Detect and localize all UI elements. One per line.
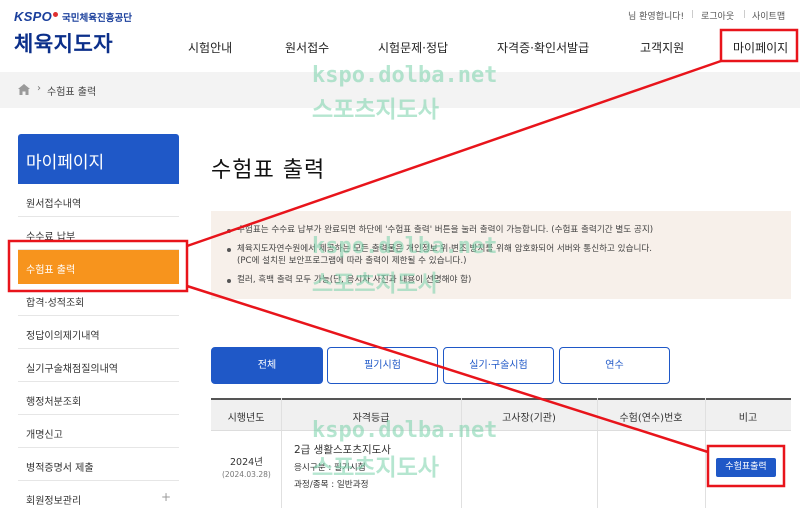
sidebar-item-label: 병적증명서 제출 (26, 463, 94, 474)
welcome-text: 님 환영합니다! (628, 12, 685, 22)
column-divider (705, 398, 706, 508)
nav-exam-info[interactable]: 시험안내 (188, 39, 232, 56)
site-header: KSPO 국민체육진흥공단 체육지도자 님 환영합니다! 로그아웃 사이트맵 시… (0, 0, 800, 72)
sidebar-item-label: 원서접수내역 (26, 199, 82, 210)
sidebar-item-answer-objection[interactable]: 정답이의제기내역 (18, 317, 179, 349)
plus-icon: + (160, 490, 171, 504)
sidebar-item-name-change[interactable]: 개명신고 (18, 416, 179, 448)
kspo-logo[interactable]: KSPO 국민체육진흥공단 (14, 9, 132, 24)
column-header-remarks: 비고 (738, 413, 758, 424)
sidebar-item-military-record[interactable]: 병적증명서 제출 (18, 449, 179, 481)
util-divider (744, 10, 745, 18)
column-header-year: 시행년도 (227, 413, 265, 424)
column-header-exam-number: 수험(연수)번호 (619, 413, 683, 424)
sidebar-item-results[interactable]: 합격·성적조회 (18, 284, 179, 316)
watermark-domain: kspo.dolba.net (312, 63, 498, 88)
nav-mypage[interactable]: 마이페이지 (733, 39, 788, 56)
table-header: 시행년도 자격등급 고사장(기관) 수험(연수)번호 비고 (211, 398, 791, 430)
tab-practical-exam[interactable]: 실기·구술시험 (443, 347, 554, 384)
logo-org-text: 국민체육진흥공단 (62, 12, 132, 24)
nav-support[interactable]: 고객지원 (640, 39, 684, 56)
watermark-text: 스포츠지도사 (312, 97, 439, 123)
tab-training[interactable]: 연수 (559, 347, 670, 384)
row-divider (211, 430, 791, 431)
sidebar-item-label: 정답이의제기내역 (26, 331, 100, 342)
breadcrumb-separator-icon: › (37, 83, 41, 94)
cell-date: (2024.03.28) (222, 470, 271, 479)
bullet-icon (227, 248, 231, 252)
bullet-icon (227, 279, 231, 283)
page: KSPO 국민체육진흥공단 체육지도자 님 환영합니다! 로그아웃 사이트맵 시… (0, 0, 800, 508)
sidebar-item-grading-inquiry[interactable]: 실기구술채점질의내역 (18, 350, 179, 382)
nav-exam-answers[interactable]: 시험문제·정답 (378, 39, 448, 56)
notice-box: 수험표는 수수료 납부가 완료되면 하단에 '수험표 출력' 버튼을 눌러 출력… (211, 211, 791, 299)
print-ticket-button[interactable]: 수험표출력 (716, 458, 776, 477)
logo-mark-icon (53, 12, 59, 17)
sidebar-item-fee-payment[interactable]: 수수료 납부 (18, 218, 179, 250)
tab-written-exam[interactable]: 필기시험 (327, 347, 438, 384)
sidebar-item-label: 개명신고 (26, 430, 63, 441)
nav-certificate[interactable]: 자격증·확인서발급 (497, 39, 589, 56)
column-divider (597, 398, 598, 508)
sidebar-item-label: 수수료 납부 (26, 232, 76, 243)
logout-link[interactable]: 로그아웃 (701, 9, 734, 22)
nav-application[interactable]: 원서접수 (285, 39, 329, 56)
sidebar-item-label: 합격·성적조회 (26, 298, 85, 309)
brand-title[interactable]: 체육지도자 (14, 28, 113, 58)
breadcrumb-current: 수험표 출력 (47, 87, 97, 98)
sidebar-item-label: 수험표 출력 (26, 265, 76, 276)
watermark-domain: kspo.dolba.net (312, 418, 498, 443)
home-icon[interactable] (18, 84, 30, 95)
sidebar-item-member-info[interactable]: 회원정보관리 + (18, 482, 179, 508)
watermark-domain: kspo.dolba.net (312, 234, 498, 259)
column-divider (461, 398, 462, 508)
sitemap-link[interactable]: 사이트맵 (752, 9, 785, 22)
logo-kspo-text: KSPO (14, 9, 53, 24)
column-divider (281, 398, 282, 508)
bullet-icon (227, 229, 231, 233)
cell-year: 2024년 (230, 457, 263, 468)
page-title: 수험표 출력 (211, 158, 326, 183)
tab-all[interactable]: 전체 (211, 347, 323, 384)
watermark-text: 스포츠지도사 (312, 455, 439, 481)
sidebar-item-application-history[interactable]: 원서접수내역 (18, 185, 179, 217)
sidebar-item-admission-ticket[interactable]: 수험표 출력 (18, 250, 179, 284)
sidebar-title: 마이페이지 (18, 134, 179, 184)
util-divider (692, 10, 693, 18)
sidebar-item-administrative-action[interactable]: 행정처분조회 (18, 383, 179, 415)
watermark-text: 스포츠지도사 (312, 271, 439, 297)
sidebar-item-label: 행정처분조회 (26, 397, 82, 408)
sidebar-item-label: 회원정보관리 (26, 496, 82, 507)
sidebar-item-label: 실기구술채점질의내역 (26, 364, 118, 375)
